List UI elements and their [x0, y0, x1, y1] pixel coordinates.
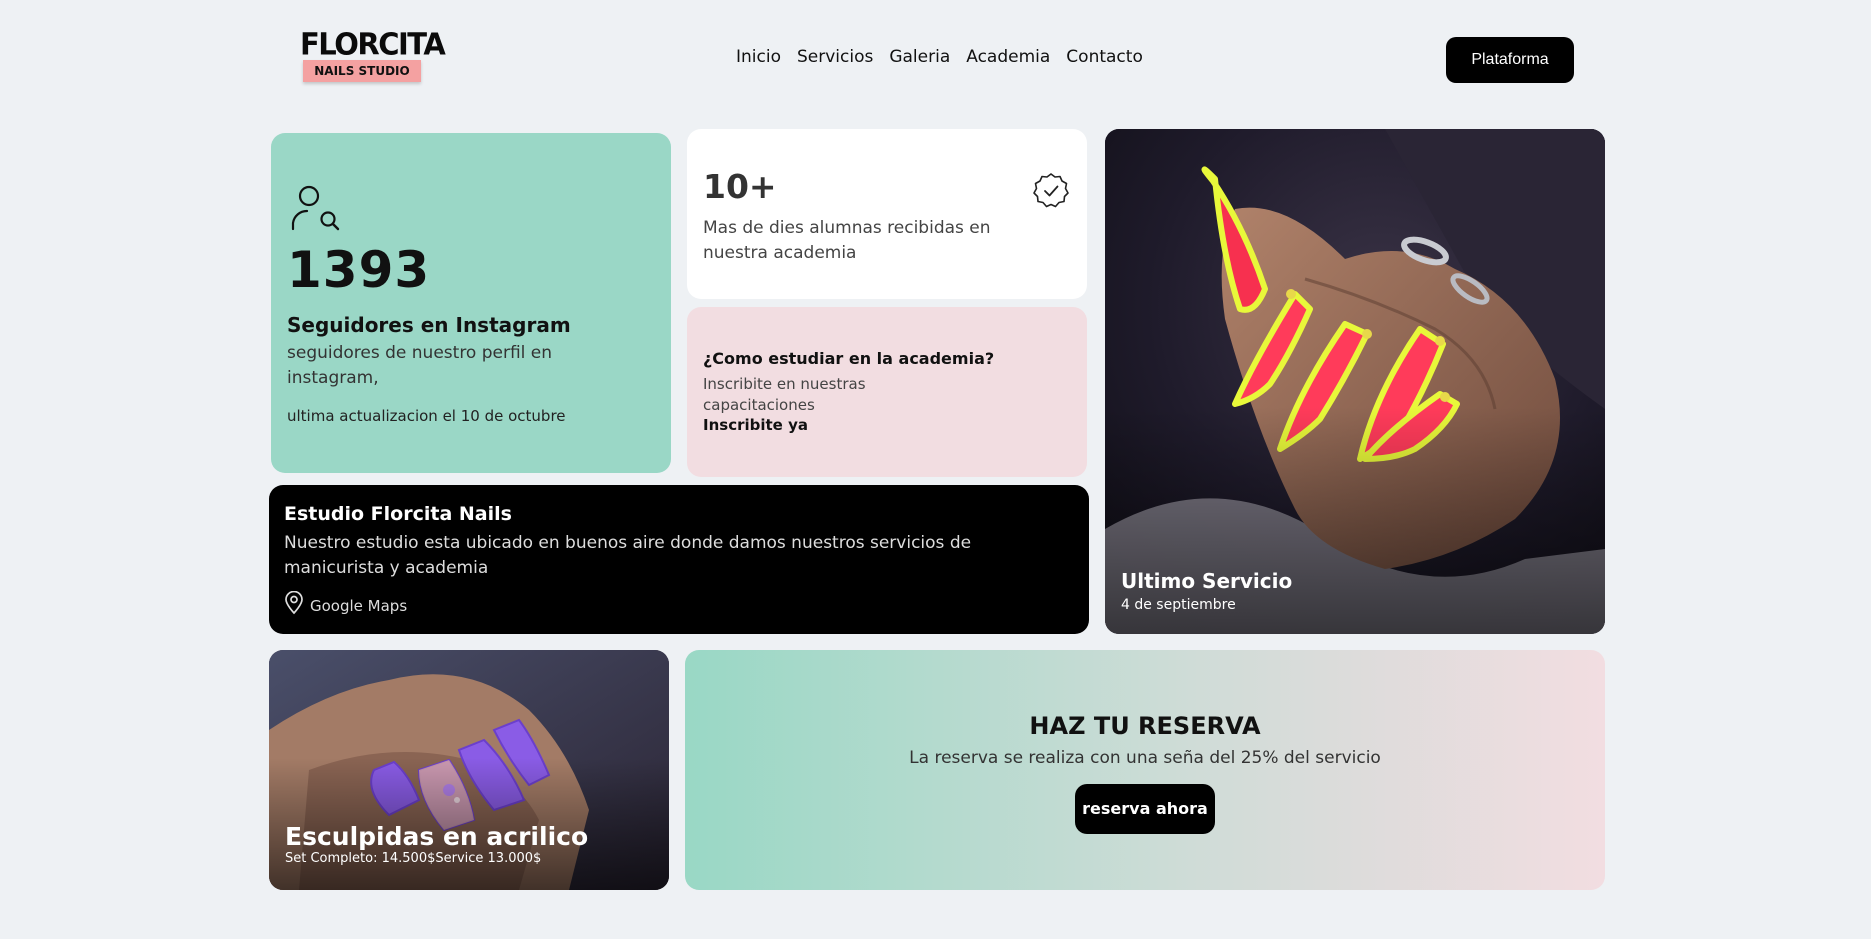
- academia-card: ¿Como estudiar en la academia? Inscribit…: [687, 307, 1087, 477]
- acrilico-prices: Set Completo: 14.500$Service 13.000$: [285, 851, 542, 866]
- ultimo-servicio-caption: Ultimo Servicio 4 de septiembre: [1121, 569, 1292, 613]
- followers-count: 1393: [287, 241, 431, 299]
- alumnas-number: 10+: [703, 167, 777, 206]
- logo-tagline: NAILS STUDIO: [303, 60, 421, 82]
- reserva-card: HAZ TU RESERVA La reserva se realiza con…: [685, 650, 1605, 890]
- user-search-icon: [291, 185, 340, 231]
- nav-link-academia[interactable]: Academia: [966, 47, 1050, 67]
- map-pin-icon: [285, 591, 303, 615]
- reserva-title: HAZ TU RESERVA: [1029, 712, 1261, 740]
- google-maps-label[interactable]: Google Maps: [310, 597, 407, 615]
- brand-logo[interactable]: FLORCITA NAILS STUDIO: [300, 26, 446, 88]
- verified-badge-icon: [1033, 173, 1069, 208]
- inscribite-link[interactable]: Inscribite ya: [703, 416, 1071, 434]
- ultimo-servicio-card[interactable]: Ultimo Servicio 4 de septiembre: [1105, 129, 1605, 634]
- acrilico-card[interactable]: Esculpidas en acrilico Set Completo: 14.…: [269, 650, 669, 890]
- reserva-button[interactable]: reserva ahora: [1075, 784, 1215, 834]
- nav-link-servicios[interactable]: Servicios: [797, 47, 873, 67]
- academia-title: ¿Como estudiar en la academia?: [703, 349, 995, 368]
- logo-wordmark: FLORCITA: [300, 26, 446, 62]
- last-update-text: ultima actualizacion el 10 de octubre: [287, 407, 566, 425]
- estudio-card: Estudio Florcita Nails Nuestro estudio e…: [269, 485, 1089, 634]
- acrilico-title: Esculpidas en acrilico: [285, 822, 589, 851]
- ultimo-servicio-title: Ultimo Servicio: [1121, 569, 1293, 593]
- nav-link-contacto[interactable]: Contacto: [1066, 47, 1143, 67]
- reserva-subtitle: La reserva se realiza con una seña del 2…: [909, 748, 1381, 768]
- estudio-title: Estudio Florcita Nails: [284, 503, 512, 525]
- nav-link-inicio[interactable]: Inicio: [736, 47, 781, 67]
- alumnas-card: 10+ Mas de dies alumnas recibidas en nue…: [687, 129, 1087, 299]
- platform-button[interactable]: Plataforma: [1446, 37, 1574, 83]
- google-maps-link[interactable]: Google Maps: [284, 591, 1074, 615]
- estudio-description: Nuestro estudio esta ubicado en buenos a…: [284, 533, 972, 578]
- followers-description: seguidores de nuestro perfil en instagra…: [287, 343, 553, 388]
- nav-link-galeria[interactable]: Galeria: [889, 47, 950, 67]
- academia-description: Inscribite en nuestras capacitaciones: [703, 375, 866, 414]
- nails-photo-neon: [1105, 129, 1605, 634]
- main-nav: Inicio Servicios Galeria Academia Contac…: [736, 47, 1143, 67]
- acrilico-caption: Esculpidas en acrilico Set Completo: 14.…: [285, 822, 588, 866]
- instagram-followers-card: 1393 Seguidores en Instagram seguidores …: [271, 133, 671, 473]
- ultimo-servicio-date: 4 de septiembre: [1121, 597, 1236, 613]
- alumnas-description: Mas de dies alumnas recibidas en nuestra…: [703, 218, 991, 263]
- followers-title: Seguidores en Instagram: [287, 313, 571, 337]
